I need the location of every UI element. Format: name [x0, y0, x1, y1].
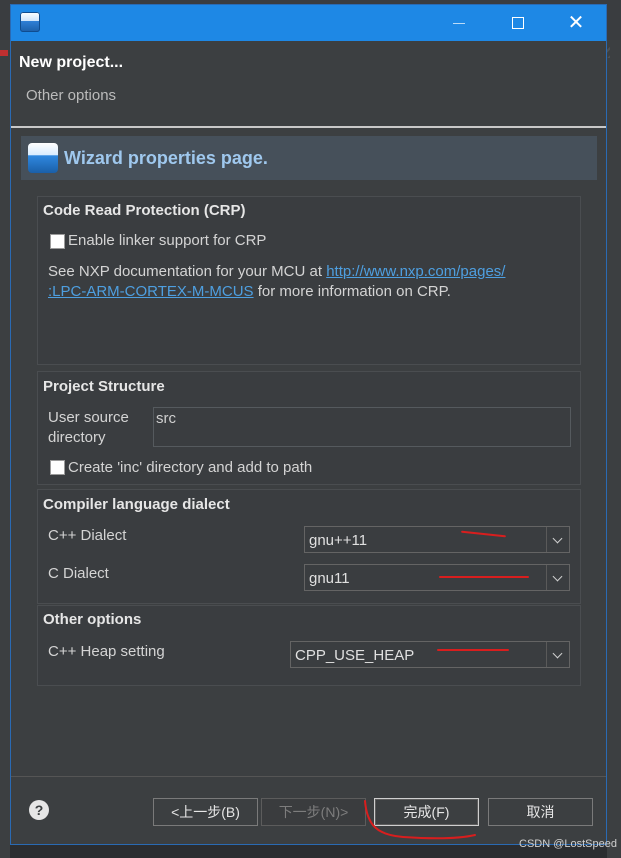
c-dialect-label: C Dialect — [48, 565, 109, 582]
wizard-icon — [28, 143, 58, 173]
maximize-button[interactable] — [495, 5, 541, 41]
annotation-circle-finish — [364, 800, 476, 840]
watermark: CSDN @LostSpeed — [519, 838, 617, 850]
help-icon[interactable]: ? — [29, 800, 49, 820]
app-icon — [20, 12, 40, 32]
cpp-dialect-value: gnu++11 — [309, 532, 368, 549]
dialog-header: New project... Other options — [11, 41, 606, 127]
header-divider — [11, 126, 606, 128]
heap-setting-select[interactable]: CPP_USE_HEAP — [290, 641, 570, 668]
source-dir-label-line2: directory — [48, 429, 106, 446]
heap-setting-label: C++ Heap setting — [48, 643, 165, 660]
crp-info-suffix: for more information on CRP. — [253, 283, 451, 300]
cpp-dialect-select[interactable]: gnu++11 — [304, 526, 570, 553]
project-structure-title: Project Structure — [43, 378, 165, 395]
close-button[interactable]: ✕ — [553, 5, 599, 41]
chevron-down-icon[interactable] — [546, 642, 569, 667]
crp-info-prefix: See NXP documentation for your MCU at — [48, 263, 327, 280]
close-icon: ✕ — [567, 12, 585, 34]
dialect-group: Compiler language dialect C++ Dialect gn… — [37, 489, 581, 604]
heap-setting-value: CPP_USE_HEAP — [295, 647, 415, 664]
footer-divider — [11, 776, 606, 777]
wizard-title: Wizard properties page. — [64, 148, 268, 168]
dialect-group-title: Compiler language dialect — [43, 496, 230, 513]
nxp-link-continued[interactable]: :LPC-ARM-CORTEX-M-MCUS — [48, 283, 254, 300]
next-button[interactable]: 下一步(N)> — [261, 798, 366, 826]
cpp-dialect-label: C++ Dialect — [48, 527, 127, 544]
annotation-underline-heap — [437, 649, 509, 651]
crp-enable-label[interactable]: Enable linker support for CRP — [68, 232, 266, 249]
background-marker — [0, 50, 8, 56]
source-dir-label-line1: User source — [48, 409, 129, 426]
cancel-button[interactable]: 取消 — [488, 798, 593, 826]
dialog-title: New project... — [19, 54, 124, 71]
back-button[interactable]: <上一步(B) — [153, 798, 258, 826]
project-structure-group: Project Structure User source directory … — [37, 371, 581, 485]
c-dialect-select[interactable]: gnu11 — [304, 564, 570, 591]
other-options-group: Other options C++ Heap setting CPP_USE_H… — [37, 605, 581, 686]
dialog-subtitle: Other options — [26, 87, 117, 104]
source-dir-input[interactable]: src — [153, 407, 571, 447]
background-window-right — [607, 40, 621, 858]
crp-group-title: Code Read Protection (CRP) — [43, 202, 246, 219]
crp-group: Code Read Protection (CRP) Enable linker… — [37, 196, 581, 365]
annotation-underline-c — [439, 576, 529, 578]
inc-dir-checkbox[interactable] — [50, 460, 65, 475]
chevron-down-icon[interactable] — [546, 565, 569, 590]
wizard-banner: Wizard properties page. — [21, 136, 597, 180]
c-dialect-value: gnu11 — [309, 570, 350, 587]
crp-enable-checkbox[interactable] — [50, 234, 65, 249]
dialog-titlebar[interactable]: ✕ — [11, 5, 606, 41]
background-window-left — [0, 40, 10, 858]
minimize-button[interactable] — [436, 5, 482, 41]
nxp-link[interactable]: http://www.nxp.com/pages/ — [326, 263, 505, 280]
inc-dir-label[interactable]: Create 'inc' directory and add to path — [68, 459, 312, 476]
other-options-title: Other options — [43, 611, 142, 628]
crp-info-text: See NXP documentation for your MCU at ht… — [48, 262, 573, 302]
chevron-down-icon[interactable] — [546, 527, 569, 552]
new-project-dialog: ✕ New project... Other options Wizard pr… — [10, 4, 607, 845]
